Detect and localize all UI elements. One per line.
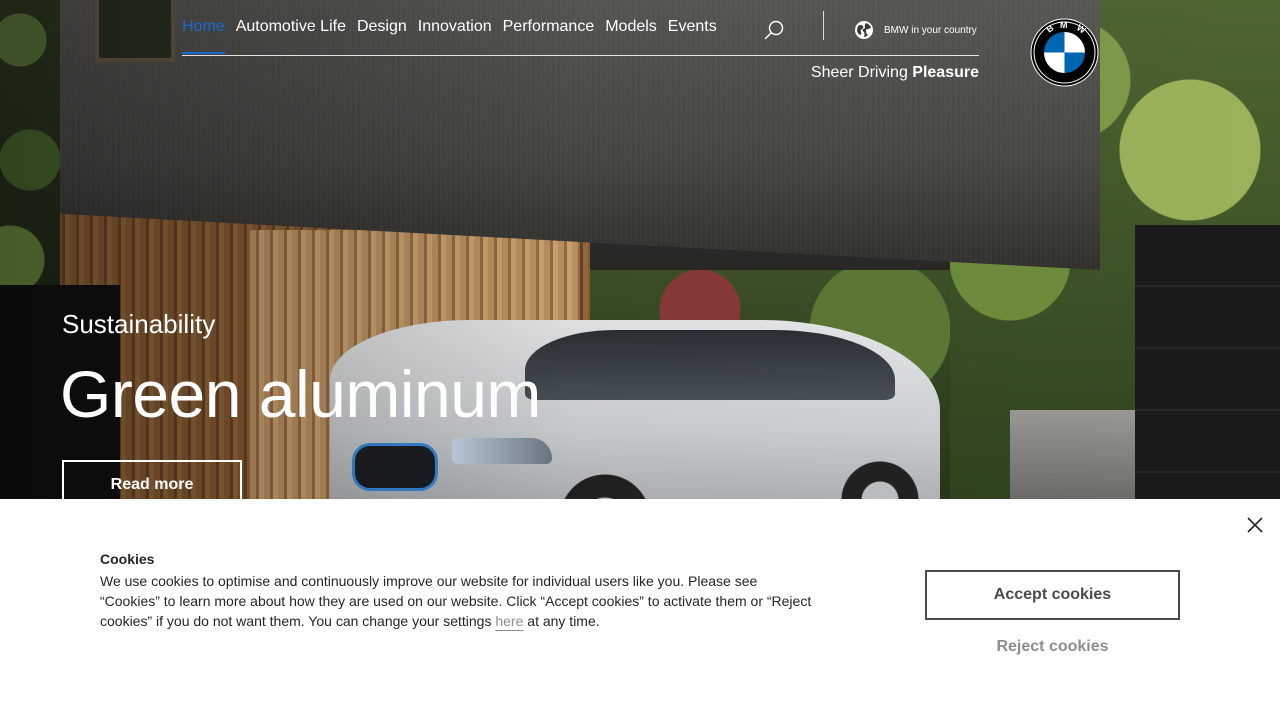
cookie-settings-link[interactable]: here — [495, 613, 523, 629]
accept-cookies-button[interactable]: Accept cookies — [925, 570, 1180, 620]
nav-item-models[interactable]: Models — [605, 18, 657, 54]
tagline: Sheer Driving Pleasure — [810, 64, 979, 81]
bmw-logo[interactable]: B M W — [1029, 17, 1100, 88]
globe-icon — [854, 20, 874, 40]
nav-item-events[interactable]: Events — [668, 18, 717, 54]
cookie-banner: Cookies We use cookies to optimise and c… — [0, 499, 1280, 720]
reject-cookies-button[interactable]: Reject cookies — [925, 631, 1180, 663]
hero-title: Green aluminum — [60, 357, 541, 431]
nav-item-performance[interactable]: Performance — [503, 18, 595, 54]
cookie-text: We use cookies to optimise and continuou… — [100, 573, 812, 629]
search-icon[interactable] — [762, 19, 786, 43]
country-label: BMW in your country — [884, 24, 977, 36]
header-divider — [823, 11, 824, 40]
nav-item-automotive-life[interactable]: Automotive Life — [236, 18, 346, 54]
nav-item-innovation[interactable]: Innovation — [418, 18, 492, 54]
main-nav: Home Automotive Life Design Innovation P… — [182, 18, 728, 54]
nav-item-home[interactable]: Home — [182, 18, 225, 54]
close-icon[interactable] — [1244, 514, 1266, 536]
cookie-title: Cookies — [100, 551, 155, 567]
country-selector[interactable]: BMW in your country — [854, 20, 977, 40]
svg-text:M: M — [1060, 20, 1068, 30]
hero-kicker: Sustainability — [62, 309, 216, 339]
nav-divider — [182, 55, 979, 56]
nav-item-design[interactable]: Design — [357, 18, 407, 54]
